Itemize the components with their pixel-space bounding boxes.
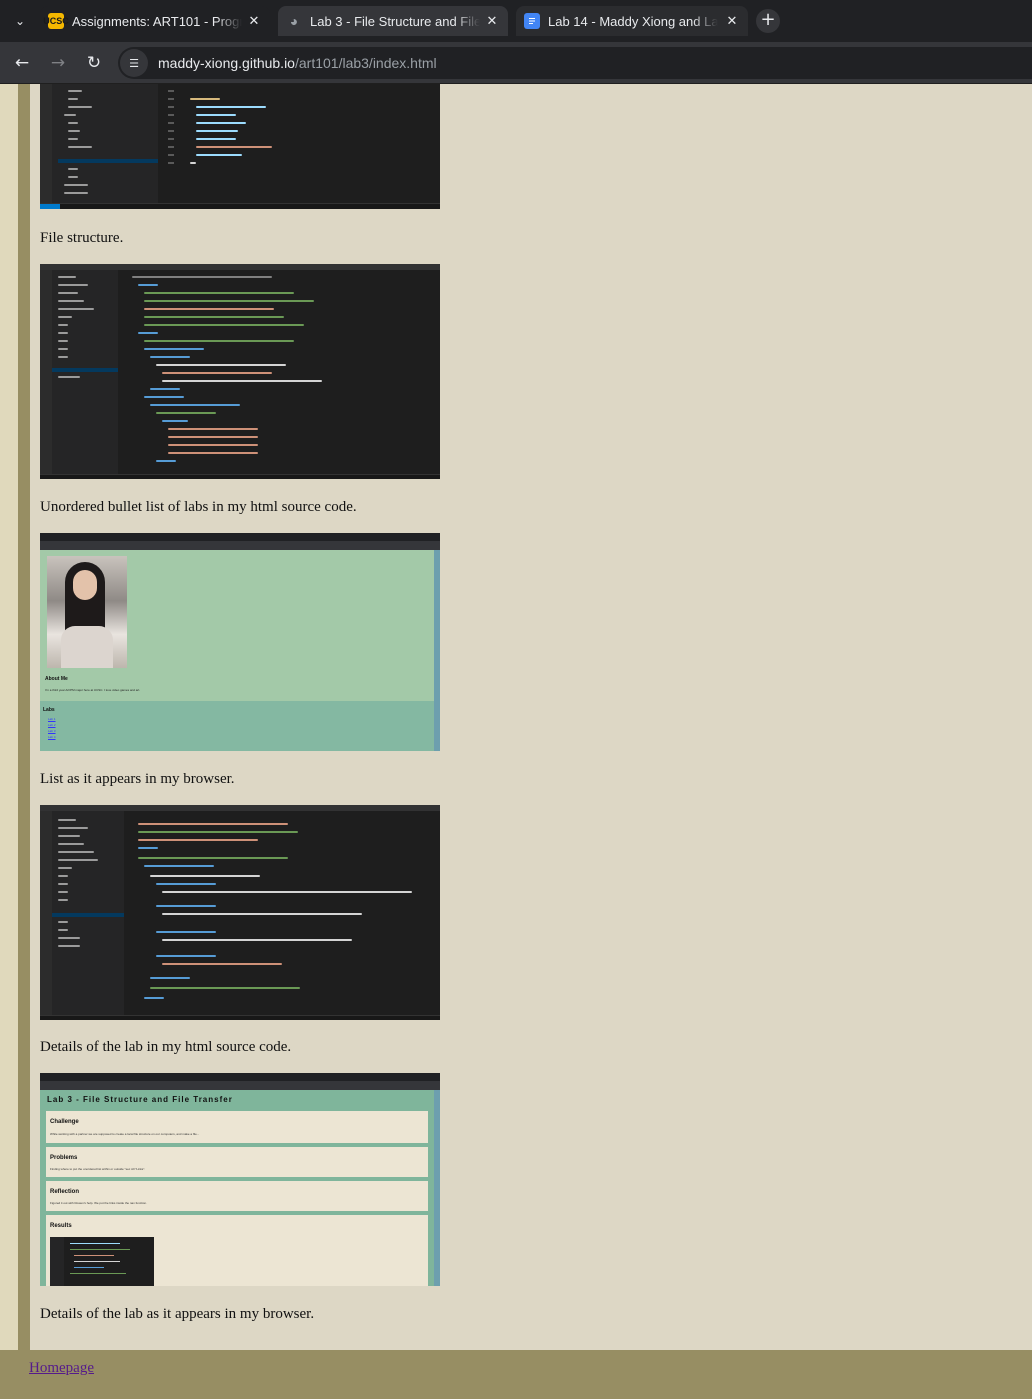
problems-section: Problems Finding where to put the unorde…: [46, 1147, 428, 1177]
section-heading: Reflection: [50, 1189, 80, 1195]
tab-assignments[interactable]: UCSC Assignments: ART101 - Program ✕: [40, 6, 270, 36]
url-text[interactable]: maddy-xiong.github.io/art101/lab3/index.…: [158, 55, 437, 71]
lab-link[interactable]: Lab 3: [48, 729, 56, 733]
tab-strip: ⌄ UCSC Assignments: ART101 - Program ✕ ◕…: [0, 0, 1032, 42]
screenshot-vscode-html-list: [40, 264, 440, 479]
address-bar[interactable]: ☰ maddy-xiong.github.io/art101/lab3/inde…: [118, 47, 1032, 79]
left-margin-strip: [0, 84, 18, 1350]
figure-caption: Details of the lab as it appears in my b…: [40, 1306, 315, 1322]
tab-title: Assignments: ART101 - Program: [72, 13, 242, 29]
reflection-section: Reflection Figured it out with Rowen's h…: [46, 1181, 428, 1211]
mini-browser-toolbar: [40, 541, 440, 550]
screenshot-browser-list: About Me I'm a third year Art/PM major h…: [40, 533, 440, 751]
results-thumbnail: [50, 1237, 154, 1286]
profile-photo: [47, 556, 127, 668]
mini-scrollbar: [434, 550, 440, 751]
tab-lab14[interactable]: Lab 14 - Maddy Xiong and Layla ✕: [516, 6, 748, 36]
selected-file: [52, 368, 118, 372]
tab-title: Lab 14 - Maddy Xiong and Layla: [548, 13, 718, 29]
section-heading: Results: [50, 1223, 72, 1229]
new-tab-button[interactable]: +: [756, 9, 780, 33]
about-me-heading: About Me: [45, 676, 68, 682]
screenshot-vscode-css: [40, 84, 440, 209]
section-text: Figured it out with Rowen's help. We put…: [50, 1201, 147, 1205]
activity-bar: [40, 270, 52, 474]
google-docs-icon: [524, 13, 540, 29]
results-section: Results: [46, 1215, 428, 1286]
url-host: maddy-xiong.github.io: [158, 55, 295, 71]
globe-icon: ◕: [289, 13, 299, 29]
figure-caption: List as it appears in my browser.: [40, 771, 235, 787]
tab-lab3[interactable]: ◕ Lab 3 - File Structure and File Transf…: [278, 6, 508, 36]
site-info-icon[interactable]: ☰: [120, 49, 148, 77]
labs-heading: Labs: [43, 707, 55, 713]
challenge-section: Challenge While working with a partner w…: [46, 1111, 428, 1143]
forward-arrow-icon[interactable]: →: [46, 51, 70, 75]
url-path: /art101/lab3/index.html: [294, 55, 437, 71]
selected-folder: [52, 913, 124, 917]
mini-scrollbar: [434, 1090, 440, 1286]
labs-section: Labs Lab 1 Lab 2 Lab 3 Lab 4: [40, 701, 434, 751]
browser-toolbar: ← → ↻ ☰ maddy-xiong.github.io/art101/lab…: [0, 42, 1032, 84]
status-bar: [40, 474, 440, 479]
figure-caption: Unordered bullet list of labs in my html…: [40, 499, 357, 515]
close-tab-icon[interactable]: ✕: [484, 14, 500, 29]
about-me-text: I'm a third year Art/PM major here at UC…: [45, 688, 141, 692]
status-bar: [40, 1015, 440, 1020]
section-text: While working with a partner we are supp…: [50, 1132, 200, 1136]
section-text: Finding where to put the unordered list …: [50, 1167, 146, 1171]
mini-browser-tabs: [40, 533, 440, 541]
web-page: File structure. Unordered bullet list of…: [0, 84, 1032, 1399]
reload-icon[interactable]: ↻: [82, 51, 106, 75]
mini-page-title: Lab 3 - File Structure and File Transfer: [47, 1095, 233, 1104]
back-arrow-icon[interactable]: ←: [10, 51, 34, 75]
mini-browser-tabs: [40, 1073, 440, 1081]
figure-caption: Details of the lab in my html source cod…: [40, 1039, 292, 1055]
tab-title: Lab 3 - File Structure and File Transfer: [310, 13, 480, 29]
close-tab-icon[interactable]: ✕: [724, 14, 740, 29]
activity-bar: [40, 811, 52, 1015]
main-content: File structure. Unordered bullet list of…: [30, 84, 1032, 1350]
screenshot-browser-details: Lab 3 - File Structure and File Transfer…: [40, 1073, 440, 1286]
screenshot-vscode-html-details: [40, 805, 440, 1020]
status-bar: [60, 203, 440, 209]
lab-link[interactable]: Lab 1: [48, 717, 56, 721]
close-tab-icon[interactable]: ✕: [246, 14, 262, 29]
activity-bar: [40, 84, 52, 204]
mini-browser-toolbar: [40, 1081, 440, 1090]
remote-indicator: [40, 203, 60, 209]
explorer-sidebar: [52, 84, 158, 204]
homepage-link[interactable]: Homepage: [29, 1360, 94, 1377]
selected-folder: [58, 159, 158, 163]
ucsc-favicon-icon: UCSC: [43, 13, 69, 29]
lab-link[interactable]: Lab 4: [48, 735, 56, 739]
tab-search-chevron-icon[interactable]: ⌄: [8, 9, 32, 33]
figure-caption: File structure.: [40, 230, 124, 246]
lab-link[interactable]: Lab 2: [48, 723, 56, 727]
section-heading: Challenge: [50, 1119, 79, 1125]
section-heading: Problems: [50, 1155, 78, 1161]
